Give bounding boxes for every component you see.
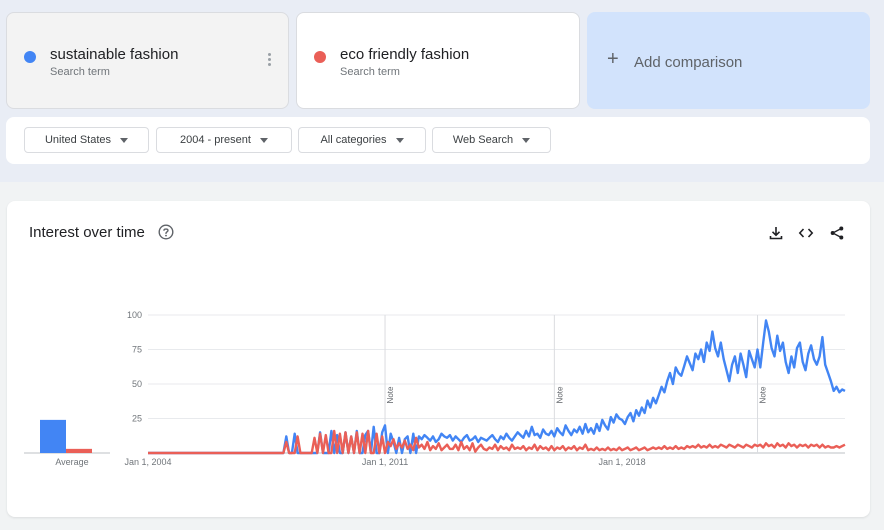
term-name[interactable]: sustainable fashion xyxy=(50,46,178,63)
average-bar xyxy=(40,419,66,453)
x-tick-label: Jan 1, 2004 xyxy=(124,457,171,467)
more-options-icon[interactable] xyxy=(268,53,272,69)
region-dropdown[interactable]: United States xyxy=(24,127,149,153)
term-subtitle: Search term xyxy=(50,66,110,78)
time-range-dropdown[interactable]: 2004 - present xyxy=(156,127,292,153)
add-comparison-label: Add comparison xyxy=(634,54,743,71)
caret-down-icon xyxy=(259,137,268,143)
plus-icon: + xyxy=(607,48,619,70)
term-subtitle: Search term xyxy=(340,66,400,78)
note-label: Note xyxy=(759,386,768,403)
x-tick-label: Jan 1, 2018 xyxy=(599,457,646,467)
region-value: United States xyxy=(44,134,112,146)
term-card-eco-friendly-fashion[interactable]: eco friendly fashion Search term xyxy=(296,12,580,109)
interest-over-time-panel: Interest over time 100 75 50 25 Note Note Note… xyxy=(7,201,870,517)
caret-down-icon xyxy=(395,137,404,143)
add-comparison-button[interactable]: + Add comparison xyxy=(587,12,870,109)
search-type-value: Web Search xyxy=(452,134,514,146)
series-color-dot xyxy=(24,51,36,63)
caret-down-icon xyxy=(120,137,129,143)
y-tick-label: 100 xyxy=(127,310,142,320)
category-dropdown[interactable]: All categories xyxy=(298,127,426,153)
term-card-sustainable-fashion[interactable]: sustainable fashion Search term xyxy=(6,12,289,109)
average-label: Average xyxy=(55,457,88,467)
note-label: Note xyxy=(555,386,564,403)
note-label: Note xyxy=(386,386,395,403)
search-type-dropdown[interactable]: Web Search xyxy=(432,127,551,153)
y-tick-label: 50 xyxy=(132,379,142,389)
interest-over-time-chart: 100 75 50 25 Note Note Note Jan 1, 2004 Jan 1, 2… xyxy=(24,310,846,467)
filters-bar: United States 2004 - present All categor… xyxy=(6,117,870,164)
y-tick-label: 25 xyxy=(132,414,142,424)
term-name[interactable]: eco friendly fashion xyxy=(340,46,469,63)
series-color-dot xyxy=(314,51,326,63)
y-tick-label: 75 xyxy=(132,345,142,355)
time-range-value: 2004 - present xyxy=(180,134,251,146)
series-line xyxy=(148,319,846,455)
category-value: All categories xyxy=(320,134,387,146)
x-tick-label: Jan 1, 2011 xyxy=(362,457,408,467)
caret-down-icon xyxy=(522,137,531,143)
average-bar xyxy=(66,448,92,453)
